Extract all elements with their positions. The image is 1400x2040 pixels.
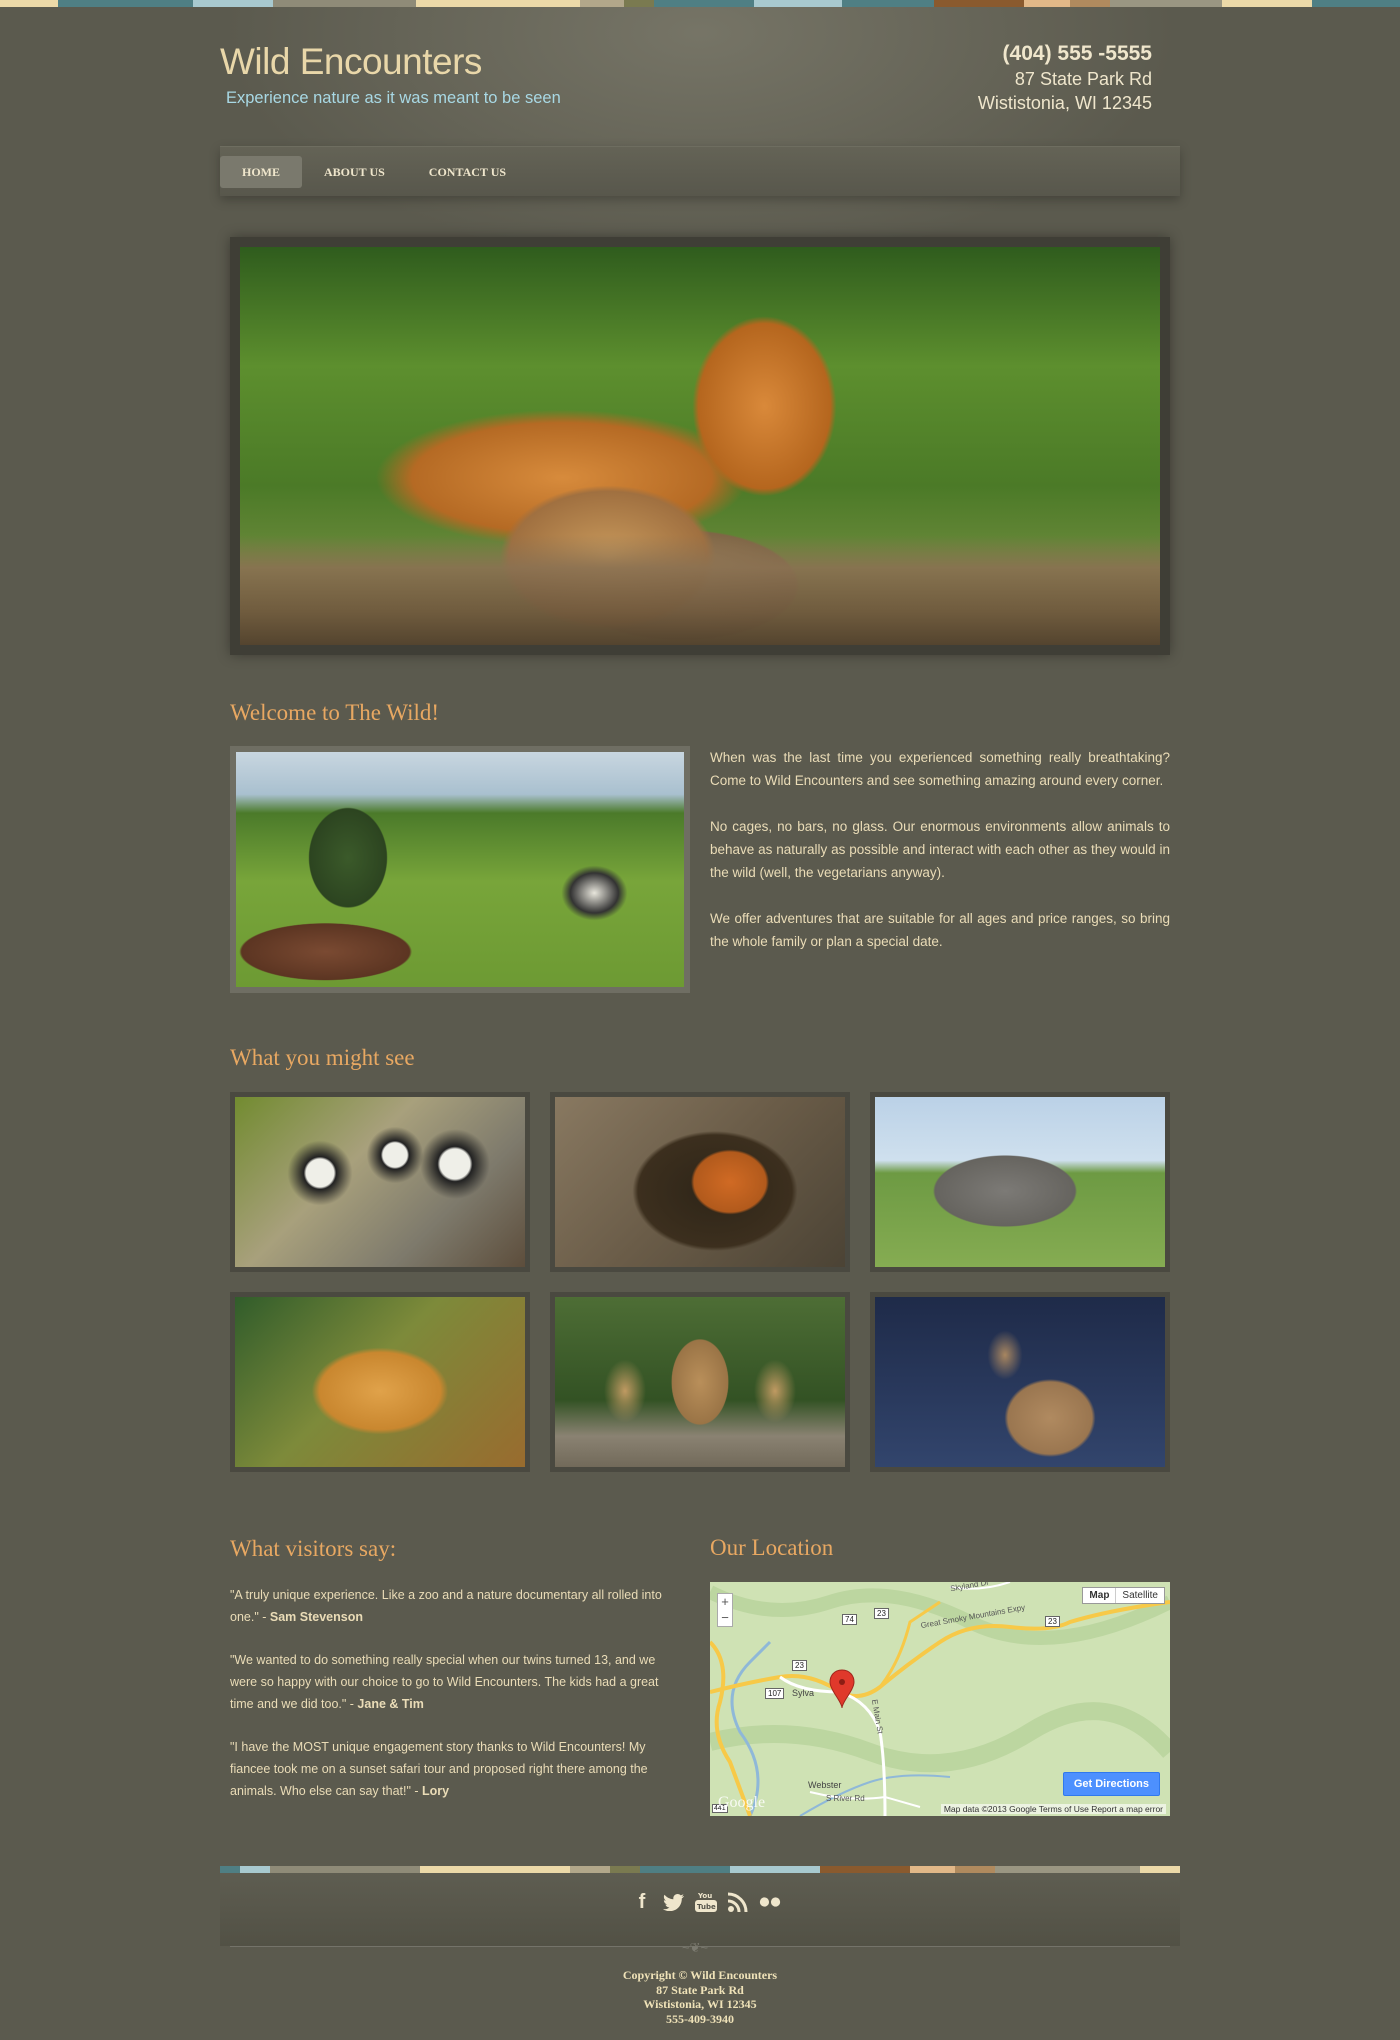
hero-logs (240, 535, 1160, 645)
map-type-toggle[interactable]: Map Satellite (1082, 1587, 1165, 1604)
svg-text:You: You (697, 1892, 712, 1900)
gallery-lemurs-image[interactable] (230, 1092, 530, 1272)
testimonial-author: Lory (422, 1784, 450, 1798)
footer-address-line1: 87 State Park Rd (656, 1982, 744, 1997)
header-address-line1: 87 State Park Rd (1014, 69, 1152, 89)
gallery-heading: What you might see (230, 1045, 415, 1070)
nav-contact-us[interactable]: CONTACT US (407, 156, 528, 188)
facebook-icon[interactable]: f (630, 1890, 654, 1914)
zoom-in-button[interactable]: + (718, 1594, 732, 1610)
welcome-paragraph: When was the last time you experienced s… (710, 750, 1170, 788)
main-nav: HOME ABOUT US CONTACT US (220, 146, 1180, 196)
gallery-rhinos-image[interactable] (870, 1092, 1170, 1272)
ornament-icon: ~❦~ (682, 1940, 709, 1955)
zoom-out-button[interactable]: − (718, 1610, 732, 1626)
safari-jeep-image (230, 746, 690, 993)
hero-tiger-image (240, 247, 1160, 645)
get-directions-button[interactable]: Get Directions (1062, 1772, 1160, 1796)
image-frame (870, 1292, 1170, 1472)
welcome-paragraph: No cages, no bars, no glass. Our enormou… (710, 819, 1170, 880)
testimonials-heading: What visitors say: (230, 1536, 397, 1561)
map-label-sylva: Sylva (792, 1688, 815, 1698)
map-label-river-rd: S River Rd (826, 1794, 865, 1803)
nav-about-us[interactable]: ABOUT US (302, 156, 407, 188)
rss-icon[interactable] (726, 1890, 750, 1914)
twitter-icon[interactable] (662, 1890, 686, 1914)
footer-phone[interactable]: 555-409-3940 (0, 2012, 1400, 2027)
footer-color-stripe (220, 1866, 1180, 1873)
testimonial: "I have the MOST unique engagement story… (230, 1736, 685, 1802)
header-address-line2: Wististonia, WI 12345 (977, 93, 1152, 113)
map-route-74: 74 (842, 1614, 857, 1625)
map-route-23: 23 (874, 1608, 889, 1619)
location-map[interactable]: + − Map Satellite Sylva Webster Skyland … (710, 1582, 1170, 1816)
welcome-paragraph: We offer adventures that are suitable fo… (710, 911, 1170, 949)
site-footer: f You Tube (220, 1866, 1180, 1946)
nav-home[interactable]: HOME (220, 155, 302, 188)
svg-text:Tube: Tube (697, 1903, 716, 1911)
location-heading: Our Location (710, 1535, 834, 1560)
welcome-heading: Welcome to The Wild! (230, 700, 440, 725)
youtube-icon[interactable]: You Tube (694, 1890, 718, 1914)
testimonials-list: "A truly unique experience. Like a zoo a… (230, 1584, 685, 1823)
top-color-stripe (0, 0, 1400, 7)
flickr-icon[interactable] (758, 1890, 782, 1914)
header-phone[interactable]: (404) 555 -5555 (978, 41, 1152, 67)
gallery-fox-image[interactable] (550, 1092, 850, 1272)
map-zoom-control[interactable]: + − (717, 1593, 733, 1627)
image-frame (550, 1292, 850, 1472)
gallery-leopard-image[interactable] (230, 1292, 530, 1472)
map-credit[interactable]: Map data ©2013 Google Terms of Use Repor… (940, 1804, 1166, 1814)
hero-banner (230, 237, 1170, 655)
testimonial-author: Jane & Tim (357, 1697, 424, 1711)
testimonial: "We wanted to do something really specia… (230, 1649, 685, 1715)
map-type-map-button[interactable]: Map (1083, 1588, 1117, 1603)
map-route-107: 107 (765, 1688, 785, 1699)
welcome-text: When was the last time you experienced s… (710, 746, 1170, 976)
testimonial: "A truly unique experience. Like a zoo a… (230, 1584, 685, 1628)
image-frame (230, 1292, 530, 1472)
image-frame (230, 1092, 530, 1272)
footer-copyright: Copyright © Wild Encounters 87 State Par… (0, 1968, 1400, 2026)
map-label-webster: Webster (808, 1780, 842, 1790)
copyright-text: Copyright © Wild Encounters (622, 1968, 778, 1982)
gallery-deer-image[interactable] (870, 1292, 1170, 1472)
social-links: f You Tube (630, 1890, 782, 1914)
site-title[interactable]: Wild Encounters (220, 41, 482, 83)
header-contact: (404) 555 -5555 87 State Park Rd Wistist… (978, 41, 1152, 115)
map-route-23: 23 (1045, 1616, 1060, 1627)
site-tagline: Experience nature as it was meant to be … (226, 89, 561, 107)
image-frame (550, 1092, 850, 1272)
testimonial-author: Sam Stevenson (269, 1610, 363, 1624)
image-frame (870, 1092, 1170, 1272)
footer-address-line2: Wististonia, WI 12345 (643, 1997, 757, 2011)
site-header: Wild Encounters Experience nature as it … (220, 33, 1180, 143)
google-logo: Google (718, 1794, 766, 1811)
gallery-lions-image[interactable] (550, 1292, 850, 1472)
map-type-satellite-button[interactable]: Satellite (1116, 1588, 1164, 1603)
testimonial-quote: "We wanted to do something really specia… (230, 1653, 659, 1711)
map-route-23: 23 (792, 1660, 807, 1671)
